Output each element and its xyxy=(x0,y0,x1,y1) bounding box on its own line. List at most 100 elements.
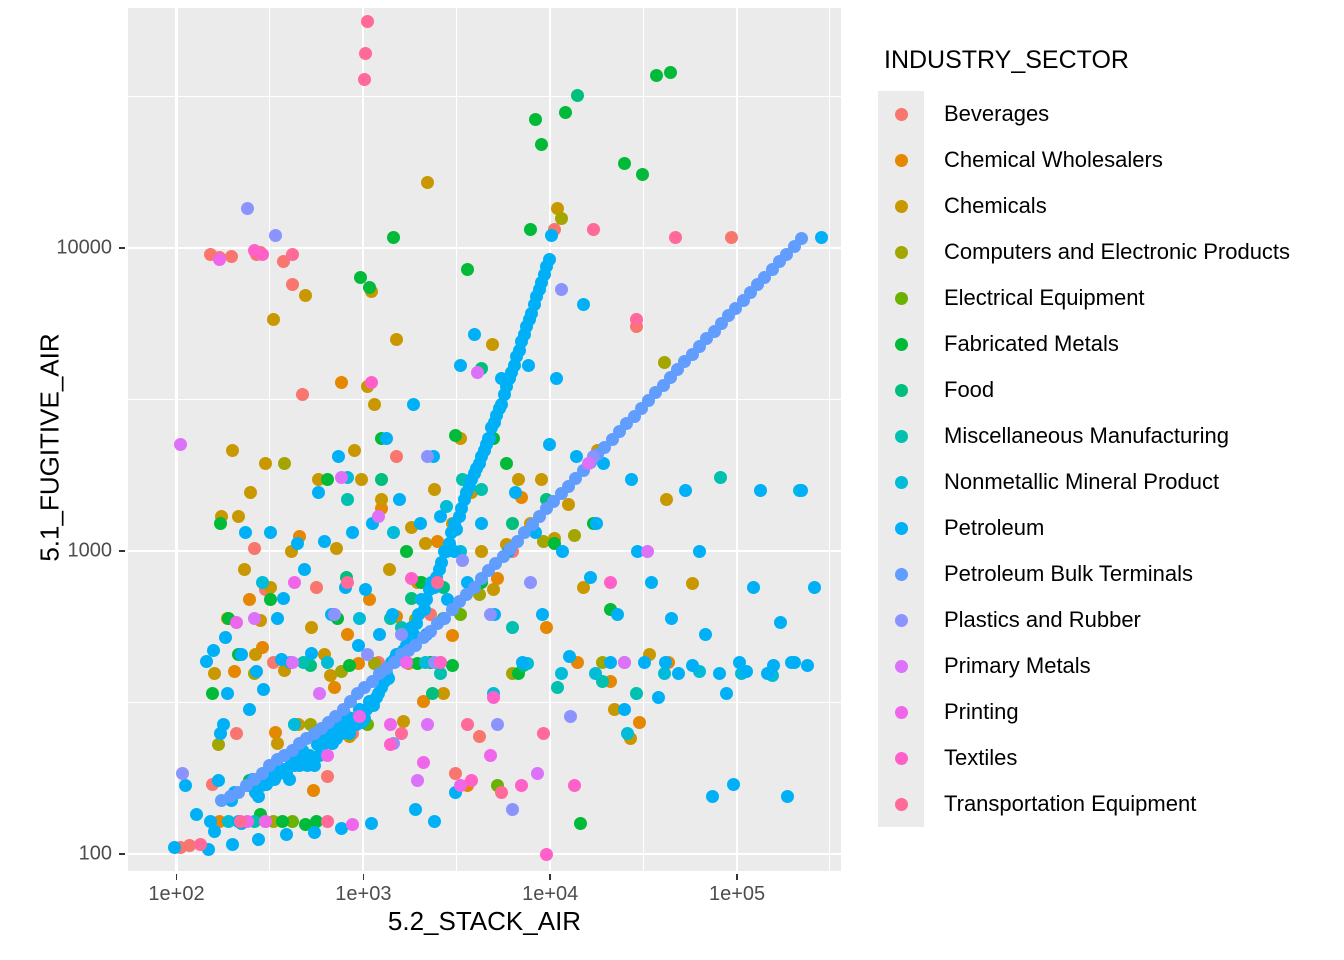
data-point xyxy=(487,583,501,597)
legend-item-transportation-equipment[interactable]: Transportation Equipment xyxy=(878,781,1290,827)
legend-item-printing[interactable]: Printing xyxy=(878,689,1290,735)
legend-key xyxy=(878,183,924,229)
legend-item-petroleum[interactable]: Petroleum xyxy=(878,505,1290,551)
data-point xyxy=(815,231,829,245)
data-point xyxy=(241,202,255,216)
data-point xyxy=(767,658,781,672)
data-point xyxy=(685,658,699,672)
data-point xyxy=(506,620,520,634)
data-point xyxy=(394,727,408,741)
legend-key xyxy=(878,275,924,321)
data-point xyxy=(558,106,572,120)
data-point xyxy=(563,709,577,723)
data-point xyxy=(467,327,481,341)
data-point xyxy=(590,517,604,531)
data-point xyxy=(371,510,385,524)
data-point xyxy=(420,175,434,189)
data-point xyxy=(437,686,451,700)
data-point xyxy=(312,686,326,700)
data-point xyxy=(712,666,726,680)
legend-item-primary-metals[interactable]: Primary Metals xyxy=(878,643,1290,689)
legend-key xyxy=(878,459,924,505)
legend-item-label: Primary Metals xyxy=(944,653,1091,678)
legend-item-computers-and-electronic-products[interactable]: Computers and Electronic Products xyxy=(878,229,1290,275)
legend-item-miscellaneous-manufacturing[interactable]: Miscellaneous Manufacturing xyxy=(878,413,1290,459)
data-point xyxy=(334,470,348,484)
data-point xyxy=(686,577,700,591)
data-point xyxy=(320,770,334,784)
data-point xyxy=(230,616,244,630)
legend-key xyxy=(878,597,924,643)
data-point xyxy=(774,616,788,630)
legend-item-petroleum-bulk-terminals[interactable]: Petroleum Bulk Terminals xyxy=(878,551,1290,597)
data-point xyxy=(794,484,808,498)
legend-item-textiles[interactable]: Textiles xyxy=(878,735,1290,781)
plot-panel xyxy=(128,8,841,871)
data-point xyxy=(286,655,300,669)
data-point xyxy=(364,376,378,390)
legend-item-label: Nonmetallic Mineral Product xyxy=(944,469,1220,494)
data-point xyxy=(387,526,400,540)
x-tick-mark xyxy=(175,874,178,880)
data-point xyxy=(699,628,713,642)
legend-key xyxy=(878,735,924,781)
legend-key xyxy=(878,781,924,827)
data-point xyxy=(374,493,388,507)
legend-item-beverages[interactable]: Beverages xyxy=(878,91,1290,137)
major-gridline-x xyxy=(362,8,365,871)
data-point xyxy=(413,517,427,531)
data-point xyxy=(352,611,366,625)
legend-item-chemicals[interactable]: Chemicals xyxy=(878,183,1290,229)
data-point xyxy=(571,88,584,102)
legend-item-electrical-equipment[interactable]: Electrical Equipment xyxy=(878,275,1290,321)
y-tick-mark xyxy=(119,247,125,249)
data-point xyxy=(399,544,413,558)
data-point xyxy=(586,223,600,237)
data-point xyxy=(382,562,396,576)
legend-item-chemical-wholesalers[interactable]: Chemical Wholesalers xyxy=(878,137,1290,183)
legend-key xyxy=(878,321,924,367)
minor-gridline-x xyxy=(829,8,831,871)
data-point xyxy=(465,774,479,788)
data-point xyxy=(542,437,556,451)
major-gridline-y xyxy=(128,247,841,250)
data-point xyxy=(640,544,654,558)
data-point xyxy=(512,473,526,487)
data-point xyxy=(618,157,632,171)
data-point xyxy=(247,542,261,556)
data-point xyxy=(665,611,679,625)
data-point xyxy=(535,473,549,487)
data-point xyxy=(740,665,754,679)
y-tick-mark xyxy=(119,550,125,552)
legend-item-food[interactable]: Food xyxy=(878,367,1290,413)
data-point xyxy=(481,432,495,446)
legend-key xyxy=(878,229,924,275)
data-point xyxy=(243,486,257,500)
data-point xyxy=(484,748,498,762)
data-point xyxy=(632,715,646,729)
legend-item-nonmetallic-mineral-product[interactable]: Nonmetallic Mineral Product xyxy=(878,459,1290,505)
legend-item-label: Food xyxy=(944,377,995,402)
minor-gridline-x xyxy=(642,8,644,871)
data-point xyxy=(794,232,808,246)
data-point xyxy=(651,690,665,704)
data-point xyxy=(247,611,261,625)
data-point xyxy=(212,738,226,752)
data-point xyxy=(523,223,537,237)
legend-item-plastics-and-rubber[interactable]: Plastics and Rubber xyxy=(878,597,1290,643)
data-point xyxy=(214,517,228,531)
data-point xyxy=(417,756,431,770)
legend-color-dot xyxy=(894,567,908,581)
data-point xyxy=(726,777,740,791)
data-point xyxy=(663,65,677,79)
data-point xyxy=(418,536,432,550)
data-point xyxy=(331,450,345,464)
data-point xyxy=(208,824,222,838)
data-point xyxy=(658,655,672,669)
legend-key xyxy=(878,91,924,137)
data-point xyxy=(320,473,334,487)
data-point xyxy=(237,562,251,576)
data-point xyxy=(232,510,246,524)
legend-color-dot xyxy=(894,705,908,719)
legend-item-fabricated-metals[interactable]: Fabricated Metals xyxy=(878,321,1290,367)
